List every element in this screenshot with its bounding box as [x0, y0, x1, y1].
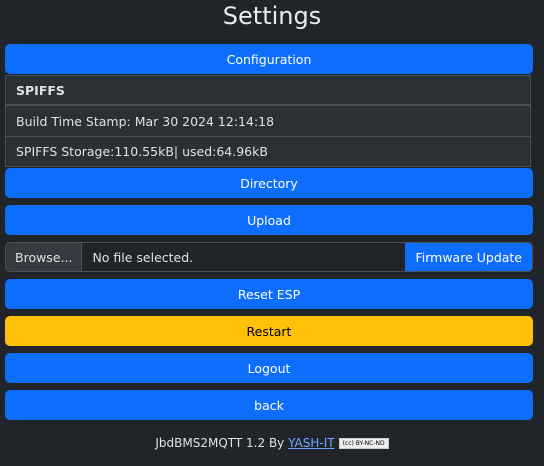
build-timestamp: Build Time Stamp: Mar 30 2024 12:14:18 — [5, 105, 531, 137]
cc-license-badge[interactable]: (cc) BY-NC-ND — [338, 438, 389, 449]
back-button[interactable]: back — [5, 390, 533, 420]
browse-button[interactable]: Browse... — [6, 243, 83, 271]
yash-it-link[interactable]: YASH-IT — [288, 436, 334, 450]
page-title: Settings — [222, 2, 322, 30]
configuration-button[interactable]: Configuration — [5, 44, 533, 74]
firmware-update-button[interactable]: Firmware Update — [405, 243, 532, 271]
file-status: No file selected. — [92, 249, 194, 265]
restart-button[interactable]: Restart — [5, 316, 533, 346]
directory-button[interactable]: Directory — [5, 168, 533, 198]
footer: JbdBMS2MQTT 1.2 By YASH-IT (cc) BY-NC-ND — [0, 436, 544, 450]
reset-esp-button[interactable]: Reset ESP — [5, 279, 533, 309]
firmware-file-input: Browse... No file selected. Firmware Upd… — [5, 242, 533, 272]
spiffs-header: SPIFFS — [5, 75, 531, 105]
spiffs-storage: SPIFFS Storage:110.55kB| used:64.96kB — [5, 136, 531, 167]
logout-button[interactable]: Logout — [5, 353, 533, 383]
footer-text: JbdBMS2MQTT 1.2 By — [155, 436, 289, 450]
upload-button[interactable]: Upload — [5, 205, 533, 235]
